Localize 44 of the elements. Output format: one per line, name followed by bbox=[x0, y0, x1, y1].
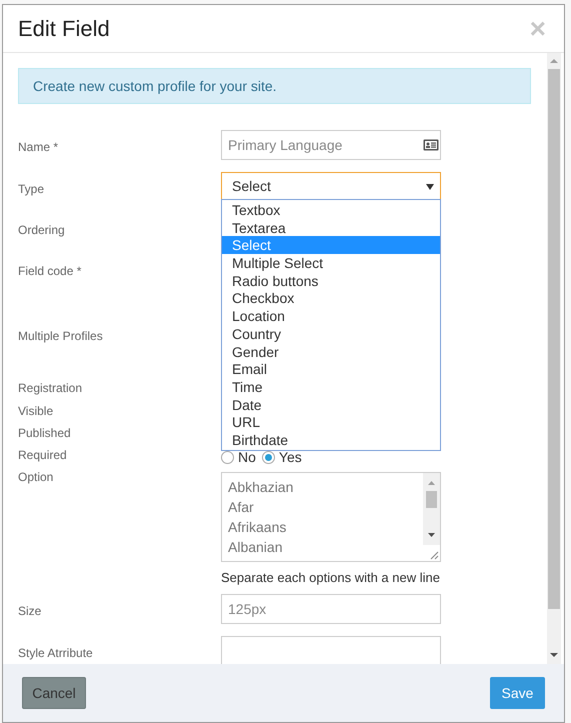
option-line: Albanian bbox=[228, 538, 284, 557]
dropdown-option[interactable]: Textarea bbox=[222, 218, 440, 236]
field-label: Size bbox=[18, 603, 42, 620]
radio-label: Yes bbox=[278, 448, 302, 466]
dropdown-option[interactable]: Textbox bbox=[222, 201, 440, 219]
text-field[interactable]: 125px bbox=[221, 594, 441, 624]
cancel-button[interactable]: Cancel bbox=[22, 677, 86, 709]
dropdown-option[interactable]: Time bbox=[222, 378, 440, 396]
dialog-title: Edit Field bbox=[18, 15, 110, 43]
field-label: Published bbox=[18, 425, 72, 442]
dropdown-option[interactable]: Country bbox=[222, 324, 440, 342]
dropdown-option[interactable]: Multiple Select bbox=[222, 254, 440, 272]
dropdown-option[interactable]: URL bbox=[222, 413, 440, 431]
field-label: Ordering bbox=[18, 222, 66, 239]
field-label: Visible bbox=[18, 403, 54, 420]
text-field[interactable] bbox=[221, 636, 441, 664]
dropdown-option[interactable]: Date bbox=[222, 396, 440, 414]
dropdown-option[interactable]: Location bbox=[222, 307, 440, 325]
field-label: Type bbox=[18, 181, 46, 198]
dropdown-option[interactable]: Email bbox=[222, 360, 440, 378]
help-text: Separate each options with a new line bbox=[221, 569, 441, 587]
option-line: Abkhazian bbox=[228, 478, 294, 497]
field-label: Field code * bbox=[18, 263, 82, 280]
dropdown-option[interactable]: Checkbox bbox=[222, 289, 440, 308]
dropdown-option[interactable]: Gender bbox=[222, 342, 440, 360]
field-label: Multiple Profiles bbox=[18, 328, 104, 345]
radio-button[interactable] bbox=[221, 450, 234, 464]
dropdown-option[interactable]: Radio buttons bbox=[222, 272, 440, 290]
field-label: Style Atrribute bbox=[18, 645, 94, 662]
field-label: Name * bbox=[18, 139, 60, 156]
id-card-icon bbox=[423, 139, 439, 151]
field-label: Required bbox=[18, 447, 68, 464]
radio-button[interactable] bbox=[262, 450, 275, 464]
caret-icon bbox=[426, 184, 434, 190]
dropdown-option[interactable]: Birthdate bbox=[222, 430, 440, 449]
type-select[interactable]: Select bbox=[221, 172, 441, 201]
field-label: Registration bbox=[18, 380, 84, 397]
option-line: Afrikaans bbox=[228, 518, 288, 537]
options-textarea[interactable]: Abkhazian Afar Afrikaans Albanian bbox=[221, 472, 441, 562]
info-notice: Create new custom profile for your site. bbox=[18, 68, 531, 104]
option-line: Afar bbox=[228, 498, 255, 517]
field-label: Option bbox=[18, 469, 54, 486]
radio-label: No bbox=[238, 448, 256, 466]
text-field[interactable]: Primary Language bbox=[221, 130, 441, 160]
